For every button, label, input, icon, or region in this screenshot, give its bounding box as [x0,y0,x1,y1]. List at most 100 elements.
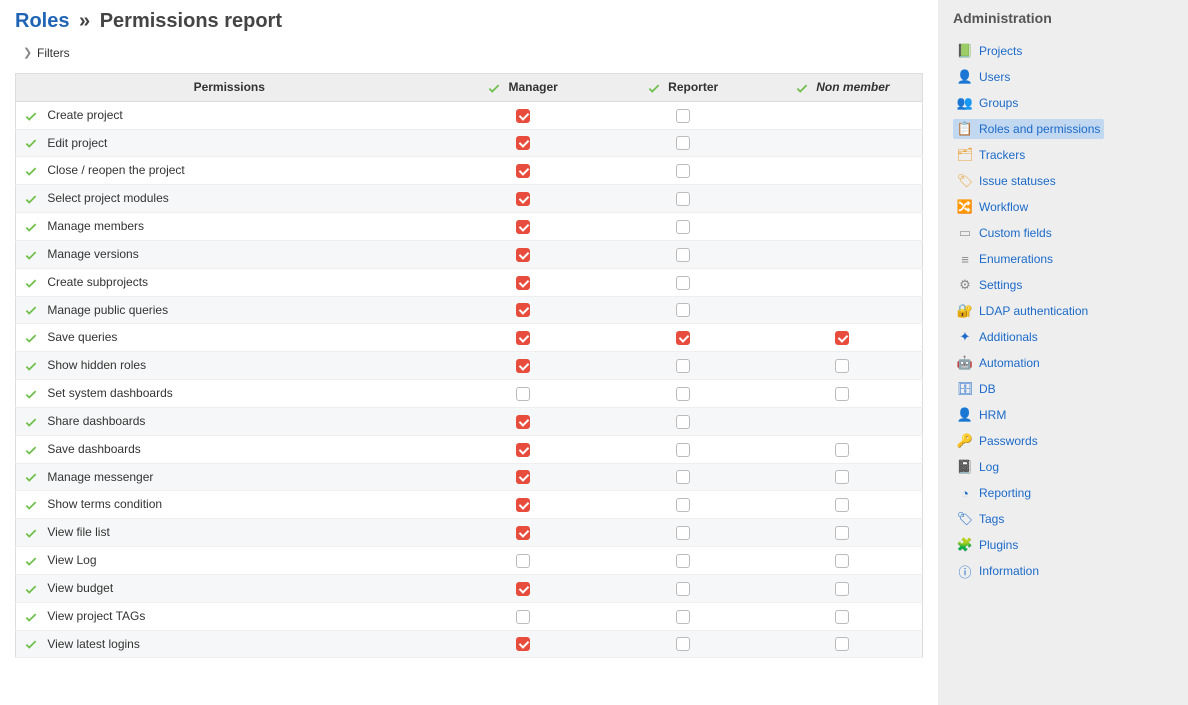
admin-link-enumerations[interactable]: ≡Enumerations [953,249,1057,269]
admin-link-db[interactable]: 🗄DB [953,379,1000,399]
permission-checkbox[interactable] [835,498,849,512]
permission-cell [763,491,923,519]
admin-link-workflow[interactable]: 🔀Workflow [953,197,1032,217]
admin-link-groups[interactable]: 👥Groups [953,93,1022,113]
admin-link-ldap[interactable]: 🔐LDAP authentication [953,301,1092,321]
permission-checkbox[interactable] [676,136,690,150]
admin-link-plugins[interactable]: 🧩Plugins [953,535,1022,555]
admin-sidebar: Administration 📗Projects👤Users👥Groups📋Ro… [938,0,1188,705]
permission-checkbox[interactable] [676,610,690,624]
table-row: View file list [16,519,923,547]
permission-checkbox[interactable] [516,554,530,568]
admin-link-tags[interactable]: 🏷Tags [953,509,1008,529]
permission-checkbox[interactable] [516,470,530,484]
custom-fields-icon: ▭ [957,225,973,241]
permission-checkbox[interactable] [835,582,849,596]
permission-checkbox[interactable] [676,109,690,123]
permission-checkbox[interactable] [516,387,530,401]
admin-link-information[interactable]: ⓘInformation [953,561,1043,581]
permission-cell [443,157,603,185]
admin-item: 🔀Workflow [953,194,1173,220]
admin-link-roles[interactable]: 📋Roles and permissions [953,119,1104,139]
permission-checkbox[interactable] [835,387,849,401]
permission-checkbox[interactable] [516,220,530,234]
permission-checkbox[interactable] [516,443,530,457]
permission-checkbox[interactable] [835,470,849,484]
permission-checkbox[interactable] [516,136,530,150]
admin-link-label: LDAP authentication [979,304,1088,318]
roles-link[interactable]: Roles [15,10,69,32]
permission-checkbox[interactable] [516,359,530,373]
admin-link-label: Automation [979,356,1040,370]
table-row: Select project modules [16,185,923,213]
db-icon: 🗄 [957,381,973,397]
tags-icon: 🏷 [957,511,973,527]
permission-checkbox[interactable] [516,582,530,596]
permission-name-cell: View project TAGs [16,602,443,630]
permission-label: View latest logins [47,637,140,651]
permission-checkbox[interactable] [676,303,690,317]
permission-checkbox[interactable] [676,192,690,206]
permission-checkbox[interactable] [676,554,690,568]
permission-label: Save dashboards [47,442,140,456]
permission-checkbox[interactable] [835,359,849,373]
filters-toggle[interactable]: ❯ Filters [15,41,923,65]
permission-checkbox[interactable] [676,359,690,373]
permission-checkbox[interactable] [516,248,530,262]
role-header[interactable]: Reporter [603,74,763,102]
permission-checkbox[interactable] [516,331,530,345]
role-header[interactable]: Non member [763,74,923,102]
permission-checkbox[interactable] [835,443,849,457]
permission-cell [763,101,923,129]
permission-checkbox[interactable] [516,498,530,512]
permission-checkbox[interactable] [516,526,530,540]
permission-checkbox[interactable] [516,303,530,317]
permission-checkbox[interactable] [516,415,530,429]
permission-checkbox[interactable] [835,526,849,540]
permission-checkbox[interactable] [676,526,690,540]
permission-name-cell: Show terms condition [16,491,443,519]
admin-link-statuses[interactable]: 🏷Issue statuses [953,171,1060,191]
permission-checkbox[interactable] [676,637,690,651]
permission-checkbox[interactable] [516,276,530,290]
admin-link-label: Groups [979,96,1018,110]
permission-checkbox[interactable] [676,387,690,401]
permission-checkbox[interactable] [676,164,690,178]
admin-link-projects[interactable]: 📗Projects [953,41,1026,61]
permission-checkbox[interactable] [676,582,690,596]
admin-link-reporting[interactable]: ◔Reporting [953,483,1035,503]
admin-link-passwords[interactable]: 🔑Passwords [953,431,1042,451]
admin-link-trackers[interactable]: 🗂Trackers [953,145,1029,165]
permission-checkbox[interactable] [835,331,849,345]
admin-link-log[interactable]: 📓Log [953,457,1003,477]
permission-cell [443,491,603,519]
permission-checkbox[interactable] [676,415,690,429]
permission-checkbox[interactable] [676,470,690,484]
permission-checkbox[interactable] [516,637,530,651]
permission-checkbox[interactable] [516,109,530,123]
admin-link-hrm[interactable]: 👤HRM [953,405,1010,425]
admin-link-additionals[interactable]: ✦Additionals [953,327,1042,347]
permission-checkbox[interactable] [676,498,690,512]
permission-checkbox[interactable] [676,248,690,262]
permission-checkbox[interactable] [676,331,690,345]
permission-checkbox[interactable] [835,554,849,568]
permission-checkbox[interactable] [835,610,849,624]
permission-checkbox[interactable] [676,276,690,290]
permission-checkbox[interactable] [516,192,530,206]
permission-checkbox[interactable] [676,443,690,457]
admin-link-custom-fields[interactable]: ▭Custom fields [953,223,1056,243]
permission-checkbox[interactable] [516,164,530,178]
role-header[interactable]: Manager [443,74,603,102]
admin-link-settings[interactable]: ⚙Settings [953,275,1026,295]
admin-item: 🔐LDAP authentication [953,298,1173,324]
permission-cell [603,157,763,185]
permission-checkbox[interactable] [835,637,849,651]
admin-link-users[interactable]: 👤Users [953,67,1014,87]
users-icon: 👤 [957,69,973,85]
permission-checkbox[interactable] [516,610,530,624]
admin-item: 🧩Plugins [953,532,1173,558]
permission-checkbox[interactable] [676,220,690,234]
admin-item: ▭Custom fields [953,220,1173,246]
admin-link-automation[interactable]: 🤖Automation [953,353,1044,373]
